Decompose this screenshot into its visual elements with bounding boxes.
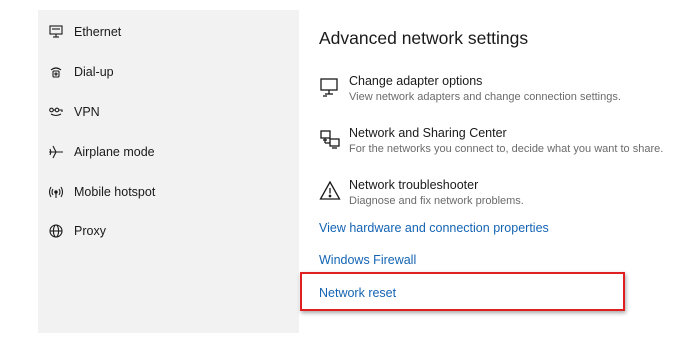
view-hardware-link[interactable]: View hardware and connection properties — [319, 221, 549, 235]
sidebar-item-vpn[interactable]: VPN — [38, 94, 299, 130]
main-content: Advanced network settings Change adapter… — [300, 10, 700, 343]
option-title: Network troubleshooter — [349, 178, 479, 192]
option-description: For the networks you connect to, decide … — [349, 143, 664, 155]
settings-window: Ethernet Dial-up VPN Airplane mode Mobil… — [0, 0, 700, 343]
vpn-icon — [48, 104, 64, 120]
sidebar-item-label: Airplane mode — [74, 145, 155, 159]
option-description: Diagnose and fix network problems. — [349, 195, 524, 207]
option-title: Change adapter options — [349, 74, 483, 88]
sidebar-item-ethernet[interactable]: Ethernet — [38, 14, 299, 50]
change-adapter-options[interactable]: Change adapter options View network adap… — [300, 74, 680, 114]
sidebar-item-label: VPN — [74, 105, 100, 119]
highlight-box — [300, 272, 625, 311]
sidebar-item-airplane-mode[interactable]: Airplane mode — [38, 134, 299, 170]
sidebar-item-mobile-hotspot[interactable]: Mobile hotspot — [38, 174, 299, 210]
sidebar: Ethernet Dial-up VPN Airplane mode Mobil… — [38, 10, 299, 333]
option-title: Network and Sharing Center — [349, 126, 507, 140]
sidebar-item-label: Proxy — [74, 224, 106, 238]
sidebar-item-proxy[interactable]: Proxy — [38, 213, 299, 249]
sharing-center-icon — [319, 128, 341, 150]
sidebar-item-label: Mobile hotspot — [74, 185, 156, 199]
option-description: View network adapters and change connect… — [349, 91, 621, 103]
airplane-icon — [48, 144, 64, 160]
sidebar-item-dialup[interactable]: Dial-up — [38, 54, 299, 90]
windows-firewall-link[interactable]: Windows Firewall — [319, 253, 416, 267]
network-and-sharing-center[interactable]: Network and Sharing Center For the netwo… — [300, 126, 680, 166]
monitor-icon — [319, 76, 341, 98]
ethernet-icon — [48, 24, 64, 40]
sidebar-item-label: Dial-up — [74, 65, 114, 79]
sidebar-item-label: Ethernet — [74, 25, 122, 39]
warning-icon — [319, 180, 341, 202]
hotspot-icon — [48, 184, 64, 200]
dialup-icon — [48, 64, 64, 80]
globe-icon — [48, 223, 64, 239]
network-troubleshooter[interactable]: Network troubleshooter Diagnose and fix … — [300, 178, 680, 218]
page-title: Advanced network settings — [319, 28, 529, 48]
